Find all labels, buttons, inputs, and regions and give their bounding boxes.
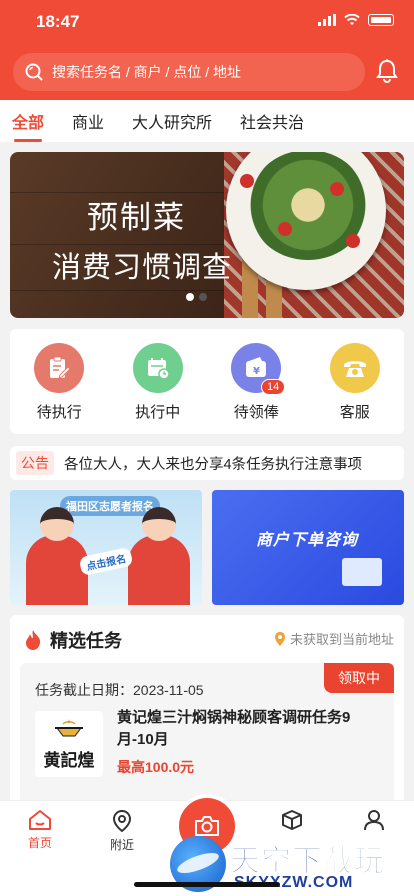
banner-title: 预制菜 xyxy=(87,200,186,235)
signal-icon xyxy=(318,14,336,26)
home-icon xyxy=(29,810,51,830)
current-location[interactable]: 未获取到当前地址 xyxy=(274,629,394,648)
nav-profile[interactable] xyxy=(344,809,404,834)
monitor-illustration xyxy=(342,558,382,586)
merchant-consult-title: 商户下单咨询 xyxy=(256,532,359,549)
status-time: 18:47 xyxy=(36,12,80,31)
entry-customer-service-label: 客服 xyxy=(339,404,370,421)
carousel-indicator xyxy=(186,293,207,301)
status-icons xyxy=(318,14,394,26)
entry-customer-service[interactable]: 客服 xyxy=(315,343,395,434)
tab-social-governance[interactable]: 社会共治 xyxy=(240,109,304,133)
home-indicator xyxy=(134,882,280,887)
nav-home[interactable]: 首页 xyxy=(10,809,70,851)
location-pin-icon xyxy=(112,809,132,833)
bell-icon[interactable] xyxy=(376,59,398,88)
entry-pending-label: 待执行 xyxy=(36,404,82,421)
wifi-icon xyxy=(344,14,360,25)
entry-in-progress-label: 执行中 xyxy=(135,404,181,421)
entry-pending[interactable]: 待执行 xyxy=(19,343,99,434)
nav-home-label: 首页 xyxy=(27,836,52,850)
tab-all[interactable]: 全部 xyxy=(12,109,44,142)
calendar-clock-icon xyxy=(132,343,183,393)
merchant-consult-banner[interactable]: 商户下单咨询 xyxy=(212,490,404,605)
featured-tasks-title: 精选任务 xyxy=(50,631,122,651)
merchant-logo-text: 黄記煌 xyxy=(43,750,95,771)
announcement-tag: 公告 xyxy=(16,451,54,475)
search-icon xyxy=(25,63,43,81)
banner-carousel[interactable]: 预制菜 消费习惯调查 xyxy=(10,152,404,318)
battery-icon xyxy=(368,14,394,26)
carousel-dot[interactable] xyxy=(199,293,207,301)
task-price: 最高100.0元 xyxy=(117,759,195,775)
app-header: 18:47 搜索任务名 / 商户 / 点位 / 地址 xyxy=(0,0,414,100)
task-card[interactable]: 任务截止日期：2023-11-05 领取中 黄記煌 黄记煌三汁焖锅神秘顾客调研任… xyxy=(20,663,394,803)
nav-nearby[interactable]: 附近 xyxy=(92,809,152,853)
flame-icon xyxy=(26,630,41,650)
task-status-badge[interactable]: 领取中 xyxy=(324,663,394,693)
location-text: 未获取到当前地址 xyxy=(289,632,394,647)
nav-box[interactable] xyxy=(262,809,322,834)
merchant-logo: 黄記煌 xyxy=(35,711,103,777)
task-deadline: 任务截止日期：2023-11-05 xyxy=(35,682,204,698)
wallet-yen-icon: ¥ 14 xyxy=(231,343,286,395)
volunteer-signup-banner[interactable]: 福田区志愿者报名 点击报名 xyxy=(10,490,202,605)
featured-tasks-header: 精选任务 xyxy=(24,627,122,653)
location-pin-icon xyxy=(274,631,285,646)
tab-business[interactable]: 商业 xyxy=(72,109,104,133)
user-icon xyxy=(364,810,384,831)
entry-in-progress[interactable]: 执行中 xyxy=(118,343,198,434)
box-icon xyxy=(282,810,302,830)
pending-count-badge: 14 xyxy=(261,379,286,395)
volunteer-illustration xyxy=(26,507,88,605)
entry-awaiting-payment[interactable]: ¥ 14 待领俸 xyxy=(216,343,296,434)
banner-subtitle: 消费习惯调查 xyxy=(52,252,233,284)
hotpot-icon xyxy=(55,718,83,736)
nav-nearby-label: 附近 xyxy=(109,838,134,852)
tab-research-institute[interactable]: 大人研究所 xyxy=(132,109,212,133)
task-title: 黄记煌三汁焖锅神秘顾客调研任务9月-10月 xyxy=(117,709,351,748)
clipboard-edit-icon xyxy=(34,343,85,393)
signup-pill: 点击报名 xyxy=(78,546,134,577)
carousel-dot-active[interactable] xyxy=(186,293,194,301)
announcement-text: 各位大人，大人来也分享4条任务执行注意事项 xyxy=(64,456,363,473)
search-placeholder: 搜索任务名 / 商户 / 点位 / 地址 xyxy=(52,64,242,80)
entry-awaiting-payment-label: 待领俸 xyxy=(233,404,279,421)
search-input[interactable]: 搜索任务名 / 商户 / 点位 / 地址 xyxy=(13,53,365,91)
category-tabs: 全部 商业 大人研究所 社会共治 xyxy=(0,100,414,142)
announcement-bar[interactable]: 公告 各位大人，大人来也分享4条任务执行注意事项 xyxy=(10,446,404,480)
quick-entries: 待执行 执行中 ¥ 14 待领俸 客服 xyxy=(10,329,404,434)
svg-text:¥: ¥ xyxy=(253,366,260,377)
phone-icon xyxy=(329,343,380,393)
featured-tasks-section: 精选任务 未获取到当前地址 任务截止日期：2023-11-05 领取中 黄記煌 … xyxy=(10,615,404,815)
